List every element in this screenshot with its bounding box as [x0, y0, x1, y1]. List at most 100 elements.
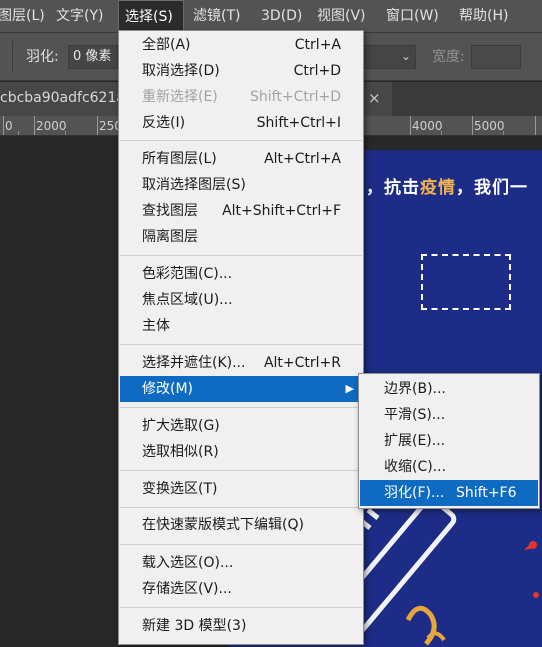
ruler-tick — [3, 116, 4, 135]
menu-item-label: 新建 3D 模型(3) — [142, 618, 247, 634]
ruler-label: 5000 — [474, 119, 505, 133]
menu-item-label: 在快速蒙版模式下编辑(Q) — [142, 517, 304, 533]
menu-separator — [120, 470, 362, 471]
menu-item-label: 所有图层(L) — [142, 151, 217, 167]
menu-item-label: 取消选择图层(S) — [142, 177, 246, 193]
menu-item-label: 选取相似(R) — [142, 444, 219, 460]
options-separator — [12, 41, 13, 73]
menu-item-load-selection[interactable]: 载入选区(O)... — [120, 550, 362, 576]
menu-item-label: 选择并遮住(K)... — [142, 355, 246, 371]
menu-item-reselect: 重新选择(E) Shift+Ctrl+D — [120, 84, 362, 110]
menu-item-shortcut: Alt+Ctrl+R — [263, 355, 341, 371]
menu-separator — [120, 507, 362, 508]
menu-item-label: 反选(I) — [142, 115, 186, 131]
menu-item-all-layers[interactable]: 所有图层(L) Alt+Ctrl+A — [120, 146, 362, 172]
menu-item-deselect[interactable]: 取消选择(D) Ctrl+D — [120, 58, 362, 84]
menu-item-shortcut: Shift+Ctrl+I — [256, 115, 341, 131]
menu-item-color-range[interactable]: 色彩范围(C)... — [120, 261, 362, 287]
poster-headline-end: ，我们一 — [456, 178, 528, 198]
style-select[interactable]: ⌄ — [360, 45, 416, 69]
menu-item-shortcut: Alt+Ctrl+A — [264, 151, 341, 167]
menu-item-save-selection[interactable]: 存储选区(V)... — [120, 576, 362, 602]
menu-item-label: 取消选择(D) — [142, 63, 220, 79]
width-input[interactable] — [471, 45, 521, 69]
submenu-item-contract[interactable]: 收缩(C)... — [360, 454, 538, 480]
submenu-item-shortcut: Shift+F6 — [456, 485, 517, 501]
menu-separator — [120, 407, 362, 408]
ruler-minor-tick — [441, 131, 442, 135]
ruler-tick — [97, 116, 98, 135]
menu-item-label: 全部(A) — [142, 37, 191, 53]
menu-item-modify[interactable]: 修改(M) ▶ — [120, 376, 362, 402]
submenu-item-label: 扩展(E)... — [384, 433, 446, 449]
menu-item-focus-area[interactable]: 焦点区域(U)... — [120, 287, 362, 313]
menu-item-quick-mask[interactable]: 在快速蒙版模式下编辑(Q) — [120, 512, 362, 538]
menu-item-deselect-layers[interactable]: 取消选择图层(S) — [120, 172, 362, 198]
menu-item-label: 焦点区域(U)... — [142, 292, 233, 308]
ruler-tick — [34, 116, 35, 135]
menu-filter[interactable]: 滤镜(T) — [193, 0, 240, 33]
menu-type[interactable]: 文字(Y) — [56, 0, 103, 33]
ruler-tick — [410, 116, 411, 135]
menu-3d[interactable]: 3D(D) — [261, 0, 302, 33]
menu-layer[interactable]: 图层(L) — [0, 0, 45, 33]
menu-item-select-all[interactable]: 全部(A) Ctrl+A — [120, 32, 362, 58]
selection-marquee[interactable] — [421, 254, 511, 310]
ruler-label: 0 — [5, 119, 13, 133]
document-tab-title: cbcba90adfc621a5 — [0, 90, 134, 106]
ruler-minor-tick — [503, 131, 504, 135]
menu-item-new-3d-model[interactable]: 新建 3D 模型(3) — [120, 613, 362, 639]
menu-item-similar[interactable]: 选取相似(R) — [120, 439, 362, 465]
chevron-down-icon: ⌄ — [400, 49, 411, 63]
ruler-tick — [535, 116, 536, 135]
menu-separator — [120, 255, 362, 256]
menu-item-grow[interactable]: 扩大选取(G) — [120, 413, 362, 439]
menu-item-shortcut: Ctrl+D — [293, 63, 341, 79]
menu-item-label: 存储选区(V)... — [142, 581, 232, 597]
submenu-arrow-icon: ▶ — [345, 382, 354, 395]
menu-item-find-layers[interactable]: 查找图层 Alt+Shift+Ctrl+F — [120, 198, 362, 224]
menu-select[interactable]: 选择(S) — [118, 0, 184, 33]
menu-item-label: 隔离图层 — [142, 229, 198, 245]
menu-item-label: 载入选区(O)... — [142, 555, 234, 571]
select-menu: 全部(A) Ctrl+A 取消选择(D) Ctrl+D 重新选择(E) Shift+C… — [118, 30, 364, 645]
close-icon[interactable]: × — [368, 82, 381, 114]
submenu-item-label: 收缩(C)... — [384, 459, 447, 475]
submenu-item-feather[interactable]: 羽化(F)... Shift+F6 — [360, 480, 538, 506]
feather-label: 羽化: — [26, 49, 59, 65]
menu-item-select-and-mask[interactable]: 选择并遮住(K)... Alt+Ctrl+R — [120, 350, 362, 376]
ruler-minor-tick — [65, 131, 66, 135]
menu-item-label: 主体 — [142, 318, 170, 334]
ruler-label: 4000 — [412, 119, 443, 133]
menu-item-label: 修改(M) — [142, 381, 194, 397]
menu-item-shortcut: Alt+Shift+Ctrl+F — [222, 203, 341, 219]
menu-bar: 图层(L) 文字(Y) 选择(S) 滤镜(T) 3D(D) 视图(V) 窗口(W… — [0, 0, 542, 33]
menu-item-inverse[interactable]: 反选(I) Shift+Ctrl+I — [120, 110, 362, 136]
feather-input[interactable]: 0 像素 — [68, 45, 118, 69]
menu-item-label: 查找图层 — [142, 203, 198, 219]
poster-headline: ，抗击疫情，我们一 — [366, 173, 528, 198]
menu-item-subject[interactable]: 主体 — [120, 313, 362, 339]
menu-separator — [120, 607, 362, 608]
submenu-item-label: 边界(B)... — [384, 381, 446, 397]
menu-help[interactable]: 帮助(H) — [459, 0, 508, 33]
poster-headline-highlight: 疫情 — [420, 178, 456, 198]
submenu-item-smooth[interactable]: 平滑(S)... — [360, 402, 538, 428]
menu-view[interactable]: 视图(V) — [317, 0, 366, 33]
menu-item-label: 变换选区(T) — [142, 481, 218, 497]
menu-item-label: 重新选择(E) — [142, 89, 218, 105]
menu-item-transform-selection[interactable]: 变换选区(T) — [120, 476, 362, 502]
ruler-tick — [472, 116, 473, 135]
ruler-label: 2000 — [36, 119, 67, 133]
menu-item-isolate-layers[interactable]: 隔离图层 — [120, 224, 362, 250]
menu-separator — [120, 344, 362, 345]
width-label: 宽度: — [432, 49, 465, 65]
modify-submenu: 边界(B)... 平滑(S)... 扩展(E)... 收缩(C)... 羽化(F… — [358, 373, 540, 509]
menu-item-label: 扩大选取(G) — [142, 418, 220, 434]
menu-window[interactable]: 窗口(W) — [386, 0, 439, 33]
submenu-item-border[interactable]: 边界(B)... — [360, 376, 538, 402]
menu-separator — [120, 140, 362, 141]
menu-separator — [120, 544, 362, 545]
poster-headline-start: ，抗击 — [366, 178, 420, 198]
submenu-item-expand[interactable]: 扩展(E)... — [360, 428, 538, 454]
